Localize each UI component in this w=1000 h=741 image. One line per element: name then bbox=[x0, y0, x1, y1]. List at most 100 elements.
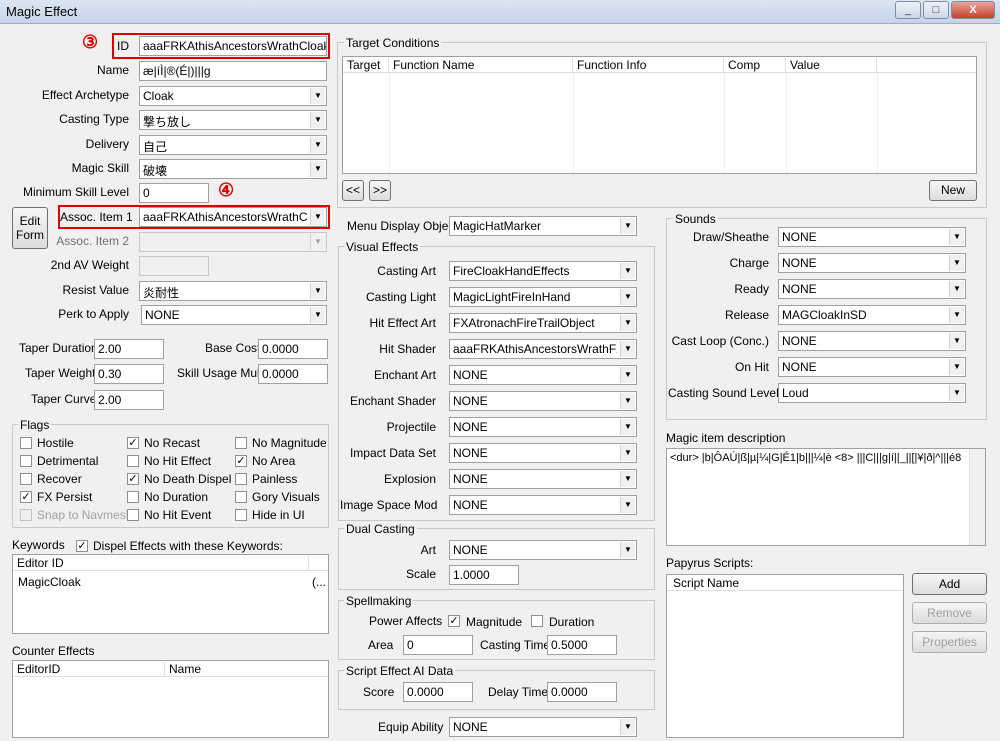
editorid-column-header[interactable]: EditorID bbox=[13, 662, 165, 677]
papyrus-scripts-list[interactable]: Script Name bbox=[666, 574, 904, 738]
chevron-down-icon: ▼ bbox=[620, 341, 635, 357]
resist-value-select[interactable]: 炎耐性 ▼ bbox=[139, 281, 327, 301]
chevron-down-icon: ▼ bbox=[620, 419, 635, 435]
area-field[interactable]: 0 bbox=[403, 635, 473, 655]
value-column-header[interactable]: Value bbox=[786, 58, 877, 73]
target-conditions-list[interactable]: Target Function Name Function Info Comp … bbox=[342, 56, 977, 174]
casting-art-select[interactable]: FireCloakHandEffects ▼ bbox=[449, 261, 637, 281]
remove-script-button[interactable]: Remove bbox=[912, 602, 987, 624]
flag-detrimental-checkbox[interactable] bbox=[20, 455, 32, 467]
dual-scale-field[interactable]: 1.0000 bbox=[449, 565, 519, 585]
casting-time-field[interactable]: 0.5000 bbox=[547, 635, 617, 655]
flag-no-hit-event-checkbox[interactable] bbox=[127, 509, 139, 521]
edit-form-button[interactable]: Edit Form bbox=[12, 207, 48, 249]
function-info-column-header[interactable]: Function Info bbox=[573, 58, 724, 73]
magic-skill-select[interactable]: 破壊 ▼ bbox=[139, 159, 327, 179]
base-cost-label: Base Cost bbox=[205, 341, 261, 355]
chevron-down-icon: ▼ bbox=[310, 112, 325, 128]
flag-no-death-dispel-checkbox[interactable]: ✓ bbox=[127, 473, 139, 485]
resist-value-label: Resist Value bbox=[62, 283, 129, 297]
casting-type-select[interactable]: 撃ち放し ▼ bbox=[139, 110, 327, 130]
flag-no-recast-checkbox[interactable]: ✓ bbox=[127, 437, 139, 449]
flag-no-area-checkbox[interactable]: ✓ bbox=[235, 455, 247, 467]
properties-button[interactable]: Properties bbox=[912, 631, 987, 653]
casting-light-select[interactable]: MagicLightFireInHand ▼ bbox=[449, 287, 637, 307]
next-button[interactable]: >> bbox=[369, 180, 391, 201]
sound-draw-sheathe-select[interactable]: NONE ▼ bbox=[778, 227, 966, 247]
sound-cast-loop-conc--select[interactable]: NONE ▼ bbox=[778, 331, 966, 351]
prev-button[interactable]: << bbox=[342, 180, 364, 201]
delivery-select[interactable]: 自己 ▼ bbox=[139, 135, 327, 155]
taper-curve-field[interactable]: 2.00 bbox=[94, 390, 164, 410]
sound-ready-select[interactable]: NONE ▼ bbox=[778, 279, 966, 299]
comp-column-header[interactable]: Comp bbox=[724, 58, 786, 73]
explosion-select[interactable]: NONE ▼ bbox=[449, 469, 637, 489]
flag-no-hit-effect-checkbox[interactable] bbox=[127, 455, 139, 467]
hit-shader-label: Hit Shader bbox=[379, 342, 436, 356]
flag-hostile-checkbox[interactable] bbox=[20, 437, 32, 449]
script-name-column-header[interactable]: Script Name bbox=[667, 576, 903, 591]
minimize-button[interactable]: _ bbox=[895, 1, 921, 19]
taper-weight-field[interactable]: 0.30 bbox=[94, 364, 164, 384]
magnitude-checkbox[interactable]: ✓ bbox=[448, 615, 460, 627]
enchant-art-select[interactable]: NONE ▼ bbox=[449, 365, 637, 385]
add-script-button[interactable]: Add bbox=[912, 573, 987, 595]
hit-effect-art-select[interactable]: FXAtronachFireTrailObject ▼ bbox=[449, 313, 637, 333]
close-button[interactable]: X bbox=[951, 1, 995, 19]
sound-casting-sound-level-select[interactable]: Loud ▼ bbox=[778, 383, 966, 403]
image-space-mod-select[interactable]: NONE ▼ bbox=[449, 495, 637, 515]
perk-select[interactable]: NONE ▼ bbox=[141, 305, 327, 325]
flag-no-duration-checkbox[interactable] bbox=[127, 491, 139, 503]
min-skill-field[interactable]: 0 bbox=[139, 183, 209, 203]
maximize-button[interactable]: □ bbox=[923, 1, 949, 19]
description-textarea[interactable]: <dur> |b|ÔAÚ|ß|µ|¼|G|É1|b|||¼|è <8> |||C… bbox=[666, 448, 986, 546]
sound-release-select[interactable]: MAGCloakInSD ▼ bbox=[778, 305, 966, 325]
taper-weight-label: Taper Weight bbox=[25, 366, 96, 380]
flag-hide-in-ui-checkbox[interactable] bbox=[235, 509, 247, 521]
casting-type-label: Casting Type bbox=[59, 112, 129, 126]
sound-ready-label: Ready bbox=[734, 282, 769, 296]
taper-duration-field[interactable]: 2.00 bbox=[94, 339, 164, 359]
sound-cast-loop-conc--label: Cast Loop (Conc.) bbox=[671, 334, 769, 348]
equip-ability-select[interactable]: NONE ▼ bbox=[449, 717, 637, 737]
keyword-row[interactable]: MagicCloak bbox=[18, 575, 81, 589]
description-scrollbar[interactable] bbox=[969, 449, 985, 545]
perk-label: Perk to Apply bbox=[58, 307, 129, 321]
editor-id-column-header[interactable]: Editor ID bbox=[13, 556, 309, 571]
dual-art-select[interactable]: NONE ▼ bbox=[449, 540, 637, 560]
impact-data-set-select[interactable]: NONE ▼ bbox=[449, 443, 637, 463]
av-weight-label: 2nd AV Weight bbox=[50, 258, 129, 272]
flag-no-magnitude-checkbox[interactable] bbox=[235, 437, 247, 449]
effect-archetype-select[interactable]: Cloak ▼ bbox=[139, 86, 327, 106]
base-cost-field[interactable]: 0.0000 bbox=[258, 339, 328, 359]
menu-display-select[interactable]: MagicHatMarker ▼ bbox=[449, 216, 637, 236]
assoc-item-1-select[interactable]: aaaFRKAthisAncestorsWrathCloak▼ bbox=[139, 207, 327, 227]
duration-checkbox[interactable] bbox=[531, 615, 543, 627]
new-condition-button[interactable]: New bbox=[929, 180, 977, 201]
dispel-effects-checkbox[interactable]: ✓ bbox=[76, 540, 88, 552]
delay-time-field[interactable]: 0.0000 bbox=[547, 682, 617, 702]
counter-effects-list[interactable]: EditorID Name bbox=[12, 660, 329, 738]
target-column-header[interactable]: Target bbox=[343, 58, 389, 73]
duration-label: Duration bbox=[549, 615, 595, 629]
flag-snap-to-navmesh-checkbox[interactable] bbox=[20, 509, 32, 521]
assoc-item-2-select[interactable]: ▼ bbox=[139, 232, 327, 252]
sound-charge-select[interactable]: NONE ▼ bbox=[778, 253, 966, 273]
chevron-down-icon: ▼ bbox=[949, 255, 964, 271]
id-field[interactable]: aaaFRKAthisAncestorsWrathCloakFFS bbox=[139, 36, 327, 56]
function-name-column-header[interactable]: Function Name bbox=[389, 58, 573, 73]
keywords-list[interactable]: Editor ID MagicCloak (... bbox=[12, 554, 329, 634]
skill-usage-field[interactable]: 0.0000 bbox=[258, 364, 328, 384]
flag-gory-visuals-checkbox[interactable] bbox=[235, 491, 247, 503]
av-weight-field[interactable] bbox=[139, 256, 209, 276]
flag-recover-checkbox[interactable] bbox=[20, 473, 32, 485]
flag-painless-checkbox[interactable] bbox=[235, 473, 247, 485]
name-field[interactable]: æ|íÌ|®(É|)|||g bbox=[139, 61, 327, 81]
hit-shader-select[interactable]: aaaFRKAthisAncestorsWrathFXSha▼ bbox=[449, 339, 637, 359]
name-column-header[interactable]: Name bbox=[165, 662, 328, 677]
sound-on-hit-select[interactable]: NONE ▼ bbox=[778, 357, 966, 377]
score-field[interactable]: 0.0000 bbox=[403, 682, 473, 702]
enchant-shader-select[interactable]: NONE ▼ bbox=[449, 391, 637, 411]
projectile-select[interactable]: NONE ▼ bbox=[449, 417, 637, 437]
flag-fx-persist-checkbox[interactable]: ✓ bbox=[20, 491, 32, 503]
